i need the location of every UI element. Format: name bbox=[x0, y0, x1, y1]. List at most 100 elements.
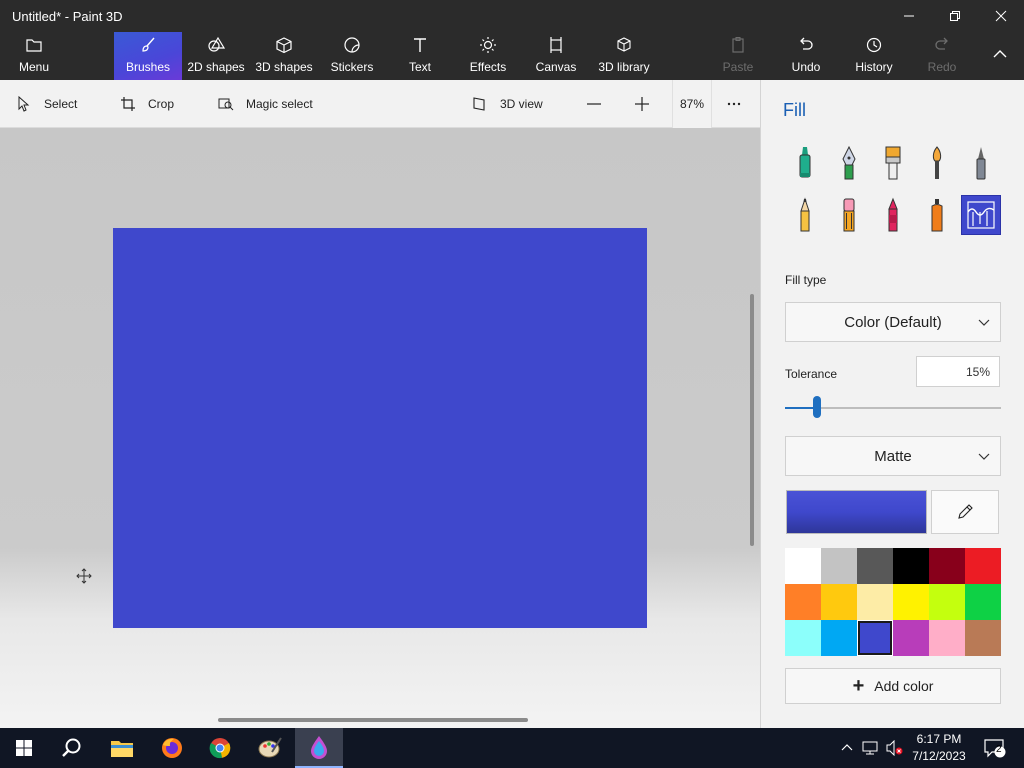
notifications-button[interactable]: 2 bbox=[980, 728, 1010, 768]
crop-button[interactable]: Crop bbox=[120, 80, 174, 128]
paint-3d-icon bbox=[311, 736, 327, 759]
minimize-button[interactable] bbox=[886, 0, 932, 32]
title-bar: Untitled* - Paint 3D bbox=[0, 0, 1024, 32]
tab-3d-shapes[interactable]: 3D shapes bbox=[254, 32, 314, 80]
undo-button[interactable]: Undo bbox=[786, 32, 826, 80]
restore-icon bbox=[950, 11, 960, 21]
redo-icon bbox=[932, 35, 952, 55]
chrome-button[interactable] bbox=[196, 728, 244, 768]
tab-brushes[interactable]: Brushes bbox=[114, 32, 182, 80]
vertical-scrollbar[interactable] bbox=[750, 294, 754, 546]
volume-tray-button[interactable] bbox=[884, 728, 906, 768]
taskbar-clock[interactable]: 6:17 PM 7/12/2023 bbox=[908, 731, 970, 765]
spray-can-brush[interactable] bbox=[917, 195, 957, 235]
pencil-brush[interactable] bbox=[785, 195, 825, 235]
more-options-button[interactable] bbox=[726, 80, 754, 128]
start-button[interactable] bbox=[0, 728, 48, 768]
calligraphy-pen-brush[interactable] bbox=[829, 143, 869, 183]
drawing-canvas[interactable] bbox=[113, 228, 647, 628]
crayon-icon bbox=[888, 197, 898, 232]
notification-count: 2 bbox=[996, 744, 1002, 755]
paint-button[interactable] bbox=[246, 728, 294, 768]
firefox-button[interactable] bbox=[148, 728, 196, 768]
zoom-level[interactable]: 87% bbox=[672, 80, 712, 128]
palette-color-swatch[interactable] bbox=[821, 620, 857, 656]
palette-color-swatch[interactable] bbox=[821, 548, 857, 584]
palette-color-swatch[interactable] bbox=[893, 584, 929, 620]
palette-color-swatch[interactable] bbox=[785, 548, 821, 584]
palette-color-swatch[interactable] bbox=[785, 620, 821, 656]
fill-type-value: Color (Default) bbox=[844, 313, 942, 331]
tolerance-slider-thumb[interactable] bbox=[813, 396, 822, 418]
fill-type-dropdown[interactable]: Color (Default) bbox=[785, 302, 1001, 342]
calligraphy-pen-icon bbox=[842, 145, 856, 180]
crop-label: Crop bbox=[148, 97, 175, 111]
palette-color-swatch[interactable] bbox=[929, 620, 965, 656]
select-button[interactable]: Select bbox=[16, 80, 77, 128]
tab-effects[interactable]: Effects bbox=[466, 32, 510, 80]
workspace[interactable] bbox=[0, 128, 760, 728]
redo-button[interactable]: Redo bbox=[922, 32, 962, 80]
palette-color-swatch[interactable] bbox=[965, 620, 1001, 656]
watercolor-brush[interactable] bbox=[917, 143, 957, 183]
palette-color-swatch[interactable] bbox=[857, 548, 893, 584]
pixel-pen-brush[interactable] bbox=[961, 143, 1001, 183]
add-color-button[interactable]: + Add color bbox=[785, 668, 1001, 704]
tab-text[interactable]: Text bbox=[400, 32, 440, 80]
tab-3d-library[interactable]: 3D library bbox=[596, 32, 652, 80]
palette-color-swatch[interactable] bbox=[965, 548, 1001, 584]
palette-color-swatch[interactable] bbox=[893, 548, 929, 584]
tab-canvas[interactable]: Canvas bbox=[534, 32, 578, 80]
magic-select-button[interactable]: Magic select bbox=[218, 80, 313, 128]
chevron-down-icon bbox=[978, 453, 990, 460]
finish-dropdown[interactable]: Matte bbox=[785, 436, 1001, 476]
network-tray-button[interactable] bbox=[860, 728, 880, 768]
folder-icon bbox=[24, 35, 44, 55]
clock-time: 6:17 PM bbox=[916, 732, 962, 746]
undo-icon bbox=[796, 35, 816, 55]
palette-color-swatch[interactable] bbox=[857, 620, 893, 656]
zoom-in-button[interactable] bbox=[634, 80, 662, 128]
tolerance-label: Tolerance bbox=[785, 367, 838, 381]
window-title: Untitled* - Paint 3D bbox=[12, 9, 123, 24]
palette-color-swatch[interactable] bbox=[857, 584, 893, 620]
tab-stickers[interactable]: Stickers bbox=[328, 32, 376, 80]
chevron-up-icon bbox=[841, 744, 853, 751]
cursor-icon bbox=[18, 96, 30, 112]
3d-view-button[interactable]: 3D view bbox=[472, 80, 543, 128]
3d-library-label: 3D library bbox=[598, 60, 650, 74]
oil-brush[interactable] bbox=[873, 143, 913, 183]
tab-2d-shapes[interactable]: 2D shapes bbox=[186, 32, 246, 80]
collapse-ribbon-button[interactable] bbox=[980, 32, 1020, 80]
stickers-label: Stickers bbox=[330, 60, 374, 74]
palette-icon bbox=[258, 737, 282, 758]
show-hidden-icons-button[interactable] bbox=[838, 728, 856, 768]
marker-brush[interactable] bbox=[785, 143, 825, 183]
horizontal-scrollbar[interactable] bbox=[218, 718, 528, 722]
restore-button[interactable] bbox=[932, 0, 978, 32]
fill-panel: Fill Fill type Color (Default) Tolerance… bbox=[760, 80, 1024, 728]
close-button[interactable] bbox=[978, 0, 1024, 32]
crayon-brush[interactable] bbox=[873, 195, 913, 235]
paint-3d-button[interactable] bbox=[295, 728, 343, 768]
eraser-brush[interactable] bbox=[829, 195, 869, 235]
palette-color-swatch[interactable] bbox=[785, 584, 821, 620]
palette-color-swatch[interactable] bbox=[821, 584, 857, 620]
palette-color-swatch[interactable] bbox=[929, 584, 965, 620]
current-color-swatch[interactable] bbox=[786, 490, 927, 534]
eyedropper-button[interactable] bbox=[931, 490, 999, 534]
menu-label: Menu bbox=[18, 60, 50, 74]
palette-color-swatch[interactable] bbox=[965, 584, 1001, 620]
search-button[interactable] bbox=[48, 728, 96, 768]
palette-color-swatch[interactable] bbox=[893, 620, 929, 656]
menu-button[interactable]: Menu bbox=[6, 32, 62, 80]
history-icon bbox=[864, 35, 884, 55]
paste-button[interactable]: Paste bbox=[718, 32, 758, 80]
fill-brush[interactable] bbox=[961, 195, 1001, 235]
zoom-out-button[interactable] bbox=[586, 80, 614, 128]
history-button[interactable]: History bbox=[852, 32, 896, 80]
magic-select-label: Magic select bbox=[246, 97, 313, 111]
palette-color-swatch[interactable] bbox=[929, 548, 965, 584]
tolerance-input[interactable]: 15% bbox=[916, 356, 1000, 387]
file-explorer-button[interactable] bbox=[98, 728, 146, 768]
